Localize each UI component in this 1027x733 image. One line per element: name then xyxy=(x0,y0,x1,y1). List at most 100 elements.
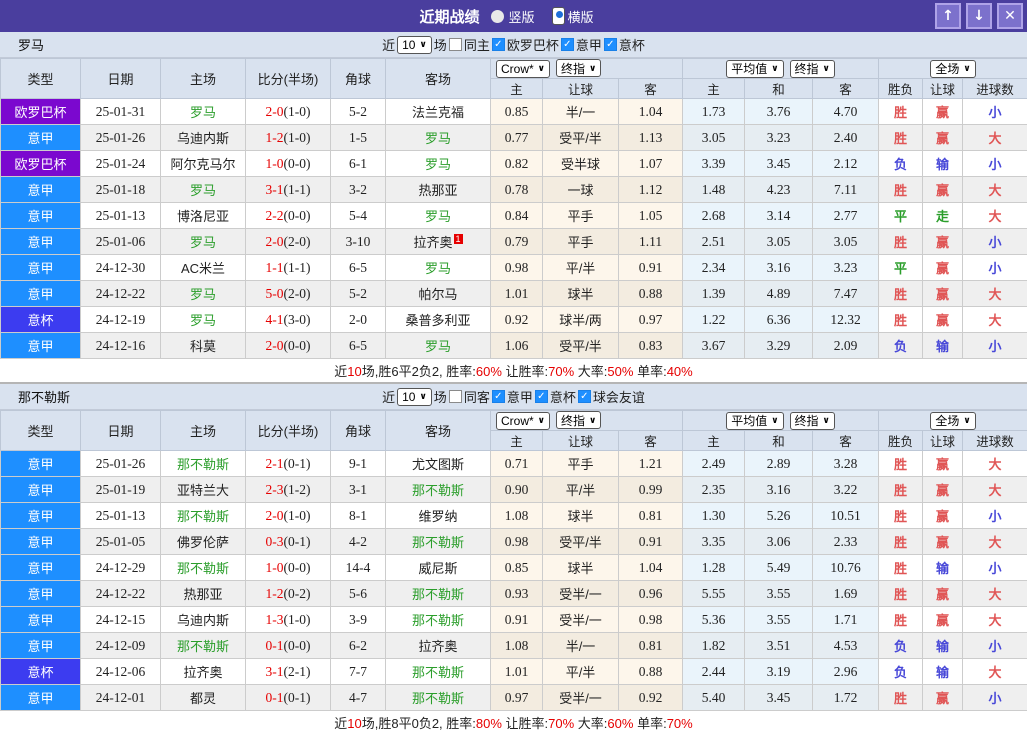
team-name: 那不勒斯 xyxy=(18,387,70,406)
score: 2-2(0-0) xyxy=(246,203,331,229)
competition-checkbox[interactable]: ✓ xyxy=(604,38,617,51)
handicap-odds-cell: 0.98 xyxy=(619,607,683,633)
score: 2-0(2-0) xyxy=(246,229,331,255)
handicap-odds-cell: 半/一 xyxy=(543,99,619,125)
radio-selected-icon[interactable] xyxy=(552,7,565,25)
title-bar: 近期战绩 竖版 横版 ↑ ↓ ✕ xyxy=(0,0,1027,32)
competition-badge: 意杯 xyxy=(1,307,81,333)
competition-badge: 意甲 xyxy=(1,581,81,607)
average-odds-cell: 4.23 xyxy=(745,177,813,203)
sub-column-header: 客 xyxy=(619,79,683,99)
away-team: 拉齐奥 xyxy=(386,633,491,659)
verdict-cell: 小 xyxy=(963,99,1027,125)
verdict-cell: 赢 xyxy=(923,685,963,711)
near-label: 近 xyxy=(382,387,395,406)
full-match-select[interactable]: 全场∨ xyxy=(930,412,975,430)
chevron-down-icon: ∨ xyxy=(538,415,545,426)
corners: 2-0 xyxy=(331,307,386,333)
match-row: 意甲25-01-06罗马2-0(2-0)3-10拉齐奥10.79平手1.112.… xyxy=(1,229,1027,255)
average-odds-cell: 1.39 xyxy=(683,281,745,307)
down-arrow-icon: ↓ xyxy=(973,8,985,24)
average-odds-cell: 1.82 xyxy=(683,633,745,659)
handicap-odds-cell: 0.78 xyxy=(491,177,543,203)
match-count-select[interactable]: 10∨ xyxy=(397,388,432,406)
sub-column-header: 和 xyxy=(745,431,813,451)
competition-checkbox[interactable]: ✓ xyxy=(492,38,505,51)
radio-unselected-icon[interactable] xyxy=(491,10,504,23)
competition-checkbox[interactable]: ✓ xyxy=(578,390,591,403)
sub-column-header: 主 xyxy=(683,79,745,99)
full-match-select[interactable]: 全场∨ xyxy=(930,60,975,78)
handicap-odds-cell: 半/一 xyxy=(543,633,619,659)
handicap-odds-cell: 0.92 xyxy=(619,685,683,711)
competition-checkbox[interactable]: ✓ xyxy=(492,390,505,403)
verdict-cell: 负 xyxy=(879,151,923,177)
same-venue-checkbox[interactable] xyxy=(449,390,462,403)
away-team: 热那亚 xyxy=(386,177,491,203)
handicap-odds-cell: 受半/一 xyxy=(543,607,619,633)
chevron-down-icon: ∨ xyxy=(589,415,596,426)
same-venue-label: 同客 xyxy=(464,387,490,406)
verdict-cell: 大 xyxy=(963,281,1027,307)
corners: 9-1 xyxy=(331,451,386,477)
close-button[interactable]: ✕ xyxy=(997,3,1023,29)
move-up-button[interactable]: ↑ xyxy=(935,3,961,29)
match-row: 意甲25-01-26乌迪内斯1-2(1-0)1-5罗马0.77受平/半1.133… xyxy=(1,125,1027,151)
final-index-select[interactable]: 终指∨ xyxy=(790,412,835,430)
handicap-odds-cell: 0.97 xyxy=(619,307,683,333)
verdict-cell: 胜 xyxy=(879,607,923,633)
sub-column-header: 让球 xyxy=(923,431,963,451)
verdict-cell: 输 xyxy=(923,659,963,685)
corners: 6-5 xyxy=(331,255,386,281)
score: 1-2(0-2) xyxy=(246,581,331,607)
verdict-cell: 赢 xyxy=(923,451,963,477)
match-row: 意甲25-01-26那不勒斯2-1(0-1)9-1尤文图斯0.71平手1.212… xyxy=(1,451,1027,477)
handicap-odds-cell: 平手 xyxy=(543,451,619,477)
average-odds-select[interactable]: 平均值∨ xyxy=(726,60,783,78)
verdict-cell: 胜 xyxy=(879,685,923,711)
match-date: 24-12-01 xyxy=(81,685,161,711)
chevron-down-icon: ∨ xyxy=(963,63,970,74)
match-date: 24-12-15 xyxy=(81,607,161,633)
away-team: 帕尔马 xyxy=(386,281,491,307)
handicap-odds-cell: 0.88 xyxy=(619,659,683,685)
odds-company-select[interactable]: Crow*∨ xyxy=(496,60,550,78)
column-header: 比分(半场) xyxy=(246,59,331,99)
odds-company-select[interactable]: Crow*∨ xyxy=(496,412,550,430)
move-down-button[interactable]: ↓ xyxy=(966,3,992,29)
average-odds-select[interactable]: 平均值∨ xyxy=(726,412,783,430)
same-venue-checkbox[interactable] xyxy=(449,38,462,51)
score: 1-2(1-0) xyxy=(246,125,331,151)
match-date: 24-12-09 xyxy=(81,633,161,659)
competition-badge: 意甲 xyxy=(1,203,81,229)
column-header: 主场 xyxy=(161,59,246,99)
handicap-odds-cell: 0.99 xyxy=(619,477,683,503)
filter-bar: 罗马近10∨场同主✓欧罗巴杯✓意甲✓意杯 xyxy=(0,32,1027,58)
home-team: 那不勒斯 xyxy=(161,503,246,529)
sub-column-header: 主 xyxy=(491,431,543,451)
layout-radio-vertical[interactable]: 竖版 xyxy=(491,7,534,26)
verdict-cell: 赢 xyxy=(923,503,963,529)
final-index-select[interactable]: 终指∨ xyxy=(556,411,601,429)
average-odds-cell: 2.35 xyxy=(683,477,745,503)
final-index-select[interactable]: 终指∨ xyxy=(556,59,601,77)
handicap-odds-cell: 1.05 xyxy=(619,203,683,229)
home-team: 佛罗伦萨 xyxy=(161,529,246,555)
competition-checkbox[interactable]: ✓ xyxy=(535,390,548,403)
verdict-cell: 输 xyxy=(923,151,963,177)
average-odds-cell: 5.55 xyxy=(683,581,745,607)
matches-label: 场 xyxy=(434,387,447,406)
score: 0-1(0-1) xyxy=(246,685,331,711)
europe-odds-group: 平均值∨ 终指∨ xyxy=(683,59,879,79)
away-team: 威尼斯 xyxy=(386,555,491,581)
competition-label: 意杯 xyxy=(619,35,645,54)
matches-label: 场 xyxy=(434,35,447,54)
home-team: 那不勒斯 xyxy=(161,555,246,581)
handicap-odds-cell: 1.08 xyxy=(491,633,543,659)
layout-radio-horizontal[interactable]: 横版 xyxy=(549,7,594,26)
match-count-select[interactable]: 10∨ xyxy=(397,36,432,54)
column-header: 日期 xyxy=(81,411,161,451)
average-odds-cell: 2.96 xyxy=(813,659,879,685)
competition-checkbox[interactable]: ✓ xyxy=(561,38,574,51)
final-index-select[interactable]: 终指∨ xyxy=(790,60,835,78)
